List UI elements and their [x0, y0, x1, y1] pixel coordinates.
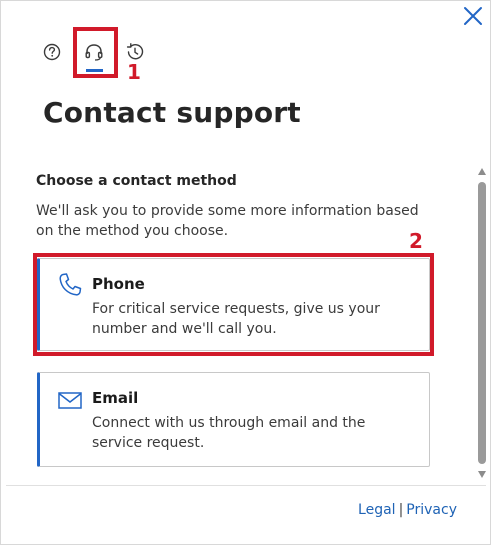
email-option-description: Connect with us through email and the se… [92, 415, 366, 451]
email-option-title: Email [92, 389, 139, 407]
annotation-box-1 [73, 27, 118, 78]
scroll-thumb[interactable] [478, 182, 486, 464]
page-title: Contact support [43, 96, 301, 129]
close-button[interactable] [460, 3, 486, 29]
section-description: We'll ask you to provide some more infor… [36, 203, 419, 239]
legal-link[interactable]: Legal [358, 502, 396, 518]
close-icon [464, 7, 482, 25]
tab-help[interactable] [40, 40, 64, 64]
privacy-link[interactable]: Privacy [406, 502, 457, 518]
question-circle-icon [43, 43, 61, 61]
annotation-box-2 [33, 253, 434, 356]
annotation-label-2: 2 [409, 229, 423, 253]
scrollbar[interactable] [476, 168, 488, 480]
footer-divider [6, 485, 486, 486]
scroll-up-arrow-icon[interactable] [478, 168, 486, 175]
section-title: Choose a contact method [36, 173, 237, 189]
email-option-card[interactable]: Email Connect with us through email and … [37, 372, 430, 467]
mail-icon [56, 387, 84, 415]
footer-links: Legal | Privacy [358, 502, 457, 518]
annotation-label-1: 1 [127, 60, 141, 84]
footer-separator: | [398, 502, 404, 518]
scroll-down-arrow-icon[interactable] [478, 471, 486, 478]
